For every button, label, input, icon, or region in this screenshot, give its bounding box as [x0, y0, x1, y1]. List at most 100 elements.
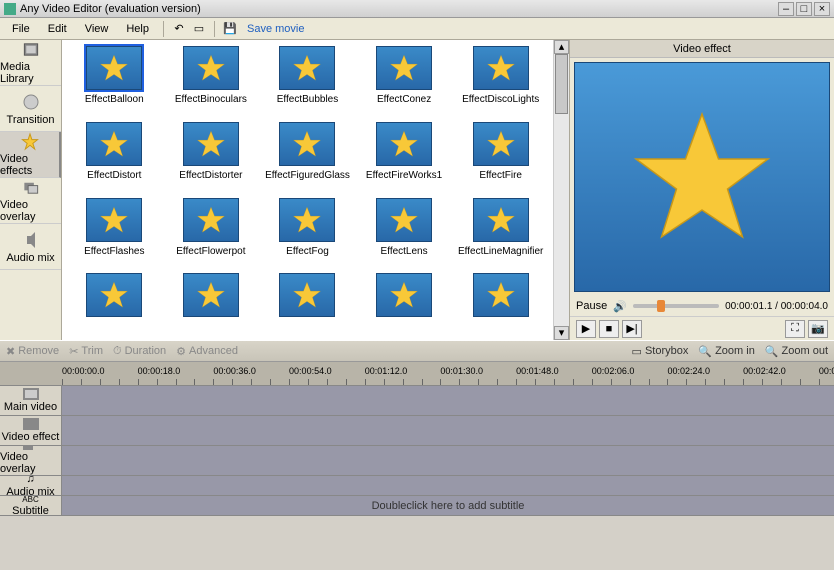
zoom-out-button[interactable]: 🔍 Zoom out: [765, 345, 828, 358]
gallery-item[interactable]: EffectFire: [454, 122, 547, 194]
seek-thumb[interactable]: [657, 300, 665, 312]
gallery-label: EffectDiscoLights: [462, 94, 539, 105]
gallery-label: EffectConez: [377, 94, 431, 105]
star-icon: [98, 128, 130, 160]
gallery-item[interactable]: EffectFireWorks1: [358, 122, 451, 194]
ruler-tick: [630, 379, 631, 385]
gallery-item[interactable]: [358, 273, 451, 334]
ruler-mark: 00:00:36.0: [213, 366, 256, 376]
timeline-ruler[interactable]: 00:00:00.000:00:18.000:00:36.000:00:54.0…: [0, 362, 834, 386]
ruler-tick: [346, 379, 347, 385]
track-audio-mix[interactable]: ♫ Audio mix: [0, 476, 834, 496]
gallery-thumb: [473, 198, 529, 242]
fullscreen-button[interactable]: ⛶: [785, 320, 805, 338]
ruler-tick: [194, 379, 195, 385]
video-effects-icon: [20, 132, 40, 151]
gallery-item[interactable]: [454, 273, 547, 334]
menu-help[interactable]: Help: [118, 21, 157, 37]
menu-file[interactable]: File: [4, 21, 38, 37]
star-icon: [195, 279, 227, 311]
ruler-mark: 00:02:24.0: [667, 366, 710, 376]
redo-icon[interactable]: ▭: [190, 20, 208, 38]
close-button[interactable]: ×: [814, 2, 830, 16]
sidebar-item-transition[interactable]: Transition: [0, 86, 61, 132]
gallery-item[interactable]: EffectFlowerpot: [165, 198, 258, 270]
track-main-video[interactable]: Main video: [0, 386, 834, 416]
ruler-tick: [440, 379, 441, 385]
menubar: File Edit View Help ↶ ▭ 💾 Save movie: [0, 18, 834, 40]
sidebar-item-video-overlay[interactable]: Video overlay: [0, 178, 61, 224]
ruler-tick: [327, 379, 328, 385]
preview-screen: [574, 62, 830, 292]
storybox-button[interactable]: ▭ Storybox: [632, 345, 689, 358]
track-content[interactable]: [62, 476, 834, 495]
sidebar-label: Video effects: [0, 153, 59, 177]
subtitle-track-content[interactable]: Doubleclick here to add subtitle: [62, 496, 834, 515]
play-button[interactable]: ▶: [576, 320, 596, 338]
ruler-tick: [157, 379, 158, 385]
star-icon: [485, 128, 517, 160]
volume-icon[interactable]: 🔊: [613, 300, 627, 313]
save-icon[interactable]: 💾: [221, 20, 239, 38]
save-movie-link[interactable]: Save movie: [247, 23, 304, 35]
star-icon: [98, 52, 130, 84]
gallery-thumb: [86, 122, 142, 166]
track-video-effect[interactable]: Video effect: [0, 416, 834, 446]
track-subtitle[interactable]: ABC Subtitle Doubleclick here to add sub…: [0, 496, 834, 516]
next-button[interactable]: ▶|: [622, 320, 642, 338]
seek-slider[interactable]: [633, 304, 719, 308]
sidebar-label: Video overlay: [0, 199, 61, 223]
gallery-item[interactable]: EffectFog: [261, 198, 354, 270]
gallery-label: EffectLens: [381, 246, 428, 257]
menu-edit[interactable]: Edit: [40, 21, 75, 37]
sidebar-item-video-effects[interactable]: Video effects: [0, 132, 61, 178]
gallery-thumb: [279, 122, 335, 166]
menu-view[interactable]: View: [77, 21, 117, 37]
gallery-item[interactable]: EffectDistort: [68, 122, 161, 194]
gallery-item[interactable]: [165, 273, 258, 334]
track-content[interactable]: [62, 416, 834, 445]
gallery-thumb: [376, 46, 432, 90]
sidebar-item-media-library[interactable]: Media Library: [0, 40, 61, 86]
track-content[interactable]: [62, 446, 834, 475]
track-label: Video effect: [0, 416, 62, 445]
ruler-tick: [724, 379, 725, 385]
ruler-mark: 00:03:00.0: [819, 366, 834, 376]
zoom-in-button[interactable]: 🔍 Zoom in: [698, 345, 754, 358]
gallery-item[interactable]: EffectLens: [358, 198, 451, 270]
ruler-tick: [573, 379, 574, 385]
sidebar-item-audio-mix[interactable]: Audio mix: [0, 224, 61, 270]
scroll-down-button[interactable]: ▾: [554, 326, 569, 340]
gallery-item[interactable]: EffectBinoculars: [165, 46, 258, 118]
snapshot-button[interactable]: 📷: [808, 320, 828, 338]
undo-icon[interactable]: ↶: [170, 20, 188, 38]
gallery-item[interactable]: EffectBubbles: [261, 46, 354, 118]
maximize-button[interactable]: □: [796, 2, 812, 16]
ruler-tick: [308, 379, 309, 385]
scroll-up-button[interactable]: ▴: [554, 40, 569, 54]
gallery-item[interactable]: EffectFiguredGlass: [261, 122, 354, 194]
stop-button[interactable]: ■: [599, 320, 619, 338]
ruler-tick: [251, 379, 252, 385]
track-video-overlay[interactable]: Video overlay: [0, 446, 834, 476]
minimize-button[interactable]: –: [778, 2, 794, 16]
gallery-item[interactable]: [68, 273, 161, 334]
gallery-scrollbar[interactable]: ▴ ▾: [553, 40, 569, 340]
gallery-item[interactable]: EffectConez: [358, 46, 451, 118]
overlay-icon: [23, 446, 39, 450]
ruler-tick: [516, 379, 517, 385]
star-icon: [195, 52, 227, 84]
sidebar: Media Library Transition Video effects V…: [0, 40, 62, 340]
remove-button: ✖ Remove: [6, 345, 59, 358]
advanced-button: ⚙ Advanced: [176, 345, 238, 358]
ruler-tick: [592, 379, 593, 385]
gallery-thumb: [473, 122, 529, 166]
gallery-item[interactable]: [261, 273, 354, 334]
gallery-item[interactable]: EffectFlashes: [68, 198, 161, 270]
track-content[interactable]: [62, 386, 834, 415]
scroll-thumb[interactable]: [555, 54, 568, 114]
gallery-item[interactable]: EffectBalloon: [68, 46, 161, 118]
gallery-item[interactable]: EffectLineMagnifier: [454, 198, 547, 270]
gallery-item[interactable]: EffectDistorter: [165, 122, 258, 194]
gallery-item[interactable]: EffectDiscoLights: [454, 46, 547, 118]
